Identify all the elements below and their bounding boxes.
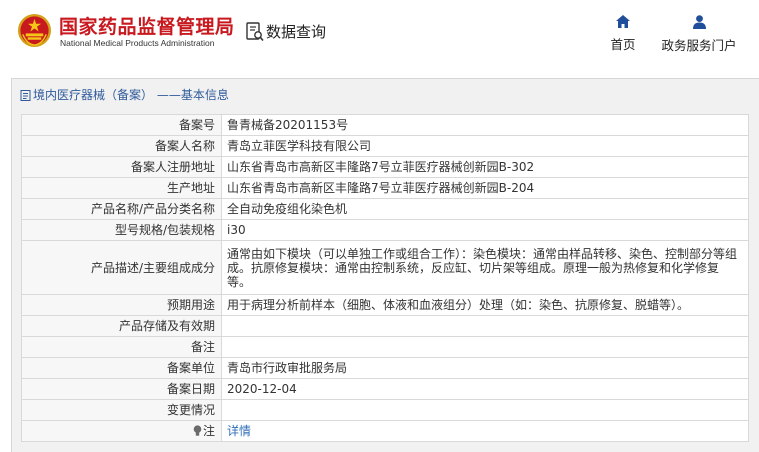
row-label-filing-authority: 备案单位 xyxy=(21,357,222,379)
lightbulb-icon xyxy=(193,425,202,436)
table-row: 备案单位 青岛市行政审批服务局 xyxy=(21,357,749,379)
table-row: 产品描述/主要组成成分 通常由如下模块（可以单独工作或组合工作）：染色模块：通常… xyxy=(21,240,749,295)
row-value-product-description: 通常由如下模块（可以单独工作或组合工作）：染色模块：通常由样品转移、染色、控制部… xyxy=(221,240,749,295)
row-label-storage-validity: 产品存储及有效期 xyxy=(21,315,222,337)
row-label-note-text: 注 xyxy=(202,424,215,438)
breadcrumb: 境内医疗器械（备案） ——基本信息 xyxy=(20,86,229,103)
row-label-note: 注 xyxy=(21,420,222,442)
row-value-filer-name: 青岛立菲医学科技有限公司 xyxy=(221,135,749,157)
nav-home[interactable]: 首页 xyxy=(608,15,638,53)
row-label-remarks: 备注 xyxy=(21,336,222,358)
table-row: 备案日期 2020-12-04 xyxy=(21,378,749,400)
brand-subtitle: National Medical Products Administration xyxy=(60,38,215,48)
document-icon xyxy=(20,90,31,101)
details-link[interactable]: 详情 xyxy=(227,424,251,438)
row-value-model-spec: i30 xyxy=(221,219,749,241)
home-icon xyxy=(616,15,630,28)
table-row: 型号规格/包装规格 i30 xyxy=(21,219,749,241)
site-header: 国家药品监督管理局 National Medical Products Admi… xyxy=(0,0,759,68)
nav-service-portal[interactable]: 政务服务门户 xyxy=(660,15,738,54)
row-label-filing-date: 备案日期 xyxy=(21,378,222,400)
national-emblem-icon xyxy=(17,13,52,48)
row-label-product-name: 产品名称/产品分类名称 xyxy=(21,198,222,220)
row-value-filing-date: 2020-12-04 xyxy=(221,378,749,400)
table-row: 产品名称/产品分类名称 全自动免疫组化染色机 xyxy=(21,198,749,220)
detail-panel: 境内医疗器械（备案） ——基本信息 备案号 鲁青械备20201153号 备案人名… xyxy=(11,78,759,452)
row-label-filer-name: 备案人名称 xyxy=(21,135,222,157)
row-value-storage-validity xyxy=(221,315,749,337)
row-value-note: 详情 xyxy=(221,420,749,442)
data-query-icon[interactable] xyxy=(246,22,264,42)
table-row: 备注 xyxy=(21,336,749,358)
row-value-remarks xyxy=(221,336,749,358)
brand-title: 国家药品监督管理局 xyxy=(59,16,235,38)
breadcrumb-text: 境内医疗器械（备案） ——基本信息 xyxy=(33,88,229,102)
table-row: 生产地址 山东省青岛市高新区丰隆路7号立菲医疗器械创新园B-204 xyxy=(21,177,749,199)
record-info-table: 备案号 鲁青械备20201153号 备案人名称 青岛立菲医学科技有限公司 备案人… xyxy=(21,114,749,442)
table-row: 产品存储及有效期 xyxy=(21,315,749,337)
nav-home-label: 首页 xyxy=(610,37,636,52)
row-value-intended-use: 用于病理分析前样本（细胞、体液和血液组分）处理（如：染色、抗原修复、脱蜡等）。 xyxy=(221,294,749,316)
table-row: 备案号 鲁青械备20201153号 xyxy=(21,114,749,136)
row-value-filing-authority: 青岛市行政审批服务局 xyxy=(221,357,749,379)
row-label-product-description: 产品描述/主要组成成分 xyxy=(21,240,222,295)
row-label-model-spec: 型号规格/包装规格 xyxy=(21,219,222,241)
table-row: 备案人名称 青岛立菲医学科技有限公司 xyxy=(21,135,749,157)
table-row: 注 详情 xyxy=(21,420,749,442)
user-icon xyxy=(692,15,706,29)
row-value-registered-address: 山东省青岛市高新区丰隆路7号立菲医疗器械创新园B-302 xyxy=(221,156,749,178)
row-value-production-address: 山东省青岛市高新区丰隆路7号立菲医疗器械创新园B-204 xyxy=(221,177,749,199)
table-row: 预期用途 用于病理分析前样本（细胞、体液和血液组分）处理（如：染色、抗原修复、脱… xyxy=(21,294,749,316)
row-value-change-status xyxy=(221,399,749,421)
row-label-production-address: 生产地址 xyxy=(21,177,222,199)
row-value-record-number: 鲁青械备20201153号 xyxy=(221,114,749,136)
table-row: 备案人注册地址 山东省青岛市高新区丰隆路7号立菲医疗器械创新园B-302 xyxy=(21,156,749,178)
row-label-intended-use: 预期用途 xyxy=(21,294,222,316)
row-label-record-number: 备案号 xyxy=(21,114,222,136)
row-label-change-status: 变更情况 xyxy=(21,399,222,421)
row-label-registered-address: 备案人注册地址 xyxy=(21,156,222,178)
data-query-link[interactable]: 数据查询 xyxy=(266,21,326,42)
row-value-product-name: 全自动免疫组化染色机 xyxy=(221,198,749,220)
table-row: 变更情况 xyxy=(21,399,749,421)
nav-service-label: 政务服务门户 xyxy=(661,38,737,53)
